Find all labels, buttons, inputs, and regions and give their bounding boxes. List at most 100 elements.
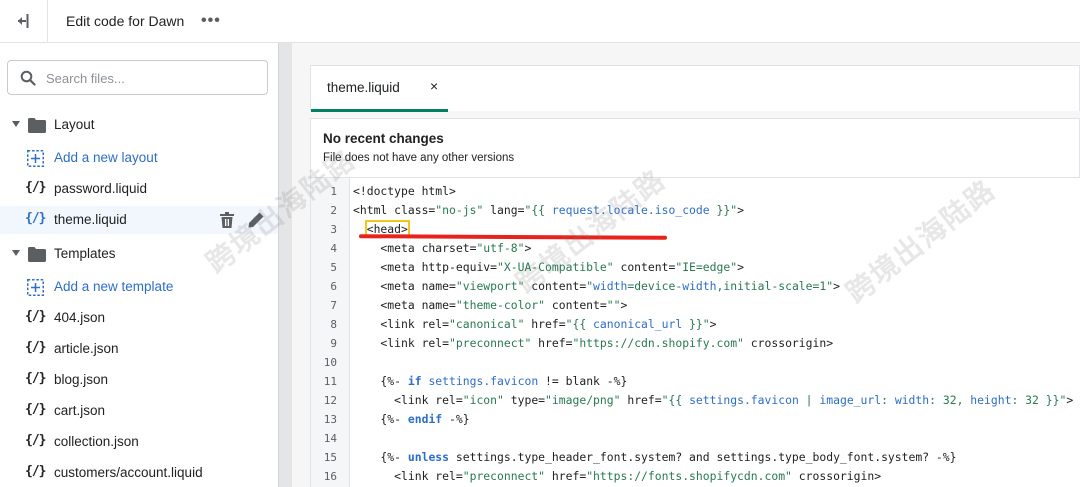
code-file-icon: {/} [25,309,47,324]
code-line[interactable]: 15 {%- unless settings.type_header_font.… [311,448,1080,467]
code-text: <meta name="theme-color" content=""> [353,298,628,312]
folder-layout[interactable]: Layout [0,111,278,139]
file-theme-liquid[interactable]: {/} theme.liquid [0,206,278,234]
trash-icon[interactable] [220,212,234,228]
tab-theme-liquid[interactable]: theme.liquid × [311,66,448,112]
add-template-label: Add a new template [54,279,174,294]
line-number: 15 [323,451,337,464]
code-file-icon: {/} [25,180,47,195]
exit-icon [17,14,28,28]
file-collection-json[interactable]: {/} collection.json [0,428,278,456]
folder-icon [28,118,46,133]
code-text: {%- endif -%} [353,412,470,426]
line-number: 13 [323,413,337,426]
file-label: customers/account.liquid [54,465,203,480]
file-label: collection.json [54,434,139,449]
code-line[interactable]: 10 [311,353,1080,372]
code-line[interactable]: 8 <link rel="canonical" href="{{ canonic… [311,315,1080,334]
file-sidebar: Layout Add a new layout {/} password.liq… [0,43,278,487]
code-file-icon: {/} [25,464,47,479]
folder-templates[interactable]: Templates [0,240,278,268]
status-title: No recent changes [323,131,444,146]
caret-down-icon [12,121,20,127]
caret-down-icon [12,250,20,256]
pencil-icon[interactable] [248,212,264,228]
add-file-icon [27,150,44,167]
code-text: <meta charset="utf-8"> [353,241,532,255]
file-article-json[interactable]: {/} article.json [0,335,278,363]
line-number: 2 [330,204,337,217]
add-layout-label: Add a new layout [54,150,158,165]
file-label: blog.json [54,372,109,387]
file-label: 404.json [54,310,106,325]
line-number: 4 [330,242,337,255]
search-icon [20,70,36,86]
code-line[interactable]: 16 <link rel="preconnect" href="https://… [311,467,1080,486]
file-404-json[interactable]: {/} 404.json [0,304,278,332]
file-label: password.liquid [54,181,148,196]
status-subtitle: File does not have any other versions [323,152,515,164]
file-label: cart.json [54,403,106,418]
code-line[interactable]: 11 {%- if settings.favicon != blank -%} [311,372,1080,391]
search-box[interactable] [7,60,268,95]
code-file-icon: {/} [25,433,47,448]
folder-label: Layout [54,117,95,132]
line-number: 10 [323,356,337,369]
code-line[interactable]: 9 <link rel="preconnect" href="https://c… [311,334,1080,353]
code-text: <meta http-equiv="X-UA-Compatible" conte… [353,260,744,274]
search-input[interactable] [46,68,256,88]
line-number: 14 [323,432,337,445]
code-line[interactable]: 12 <link rel="icon" type="image/png" hre… [311,391,1080,410]
page-title: Edit code for Dawn [66,13,185,29]
file-customers-account-liquid[interactable]: {/} customers/account.liquid [0,459,278,487]
code-text: <!doctype html> [353,184,456,198]
editor-panel: No recent changes File does not have any… [310,118,1080,487]
code-file-icon: {/} [25,211,47,226]
code-line[interactable]: 4 <meta charset="utf-8"> [311,239,1080,258]
file-label: theme.liquid [54,212,127,227]
tab-label: theme.liquid [327,80,400,95]
editor-area: theme.liquid × No recent changes File do… [292,43,1080,487]
line-number: 7 [330,299,337,312]
code-text: {%- if settings.favicon != blank -%} [353,374,628,388]
add-template-link[interactable]: Add a new template [0,273,278,301]
code-text: <link rel="canonical" href="{{ canonical… [353,317,717,331]
code-file-icon: {/} [25,340,47,355]
line-number: 16 [323,470,337,483]
more-actions-button[interactable]: ••• [201,12,221,30]
file-label: article.json [54,341,119,356]
exit-button[interactable] [0,0,48,42]
file-actions [220,212,264,228]
code-line[interactable]: 1 <!doctype html> [311,182,1080,201]
folder-icon [28,247,46,262]
code-text: <link rel="preconnect" href="https://fon… [353,469,882,483]
code-line[interactable]: 7 <meta name="theme-color" content=""> [311,296,1080,315]
code-text: <html class="no-js" lang="{{ request.loc… [353,203,744,217]
code-text: <link rel="preconnect" href="https://cdn… [353,336,834,350]
tab-bar: theme.liquid × [310,65,1080,112]
code-text: {%- unless settings.type_header_font.sys… [353,450,957,464]
code-editor[interactable]: 1 <!doctype html> 2 <html class="no-js" lan… [311,177,1080,487]
code-text: <meta name="viewport" content="width=dev… [353,279,840,293]
code-line[interactable]: 13 {%- endif -%} [311,410,1080,429]
close-icon[interactable]: × [430,78,438,94]
code-line[interactable]: 5 <meta http-equiv="X-UA-Compatible" con… [311,258,1080,277]
code-text: <link rel="icon" type="image/png" href="… [353,393,1074,407]
sidebar-scrollbar[interactable] [278,43,292,487]
file-cart-json[interactable]: {/} cart.json [0,397,278,425]
code-line[interactable]: 14 [311,429,1080,448]
line-number: 8 [330,318,337,331]
code-line[interactable]: 2 <html class="no-js" lang="{{ request.lo… [311,201,1080,220]
line-number: 9 [330,337,337,350]
line-number: 5 [330,261,337,274]
top-bar: Edit code for Dawn ••• [0,0,1080,43]
line-number: 6 [330,280,337,293]
add-layout-link[interactable]: Add a new layout [0,144,278,172]
code-line[interactable]: 6 <meta name="viewport" content="width=d… [311,277,1080,296]
code-file-icon: {/} [25,371,47,386]
line-number: 12 [323,394,337,407]
file-blog-json[interactable]: {/} blog.json [0,366,278,394]
file-password-liquid[interactable]: {/} password.liquid [0,175,278,203]
line-number: 1 [330,185,337,198]
add-file-icon [27,279,44,296]
